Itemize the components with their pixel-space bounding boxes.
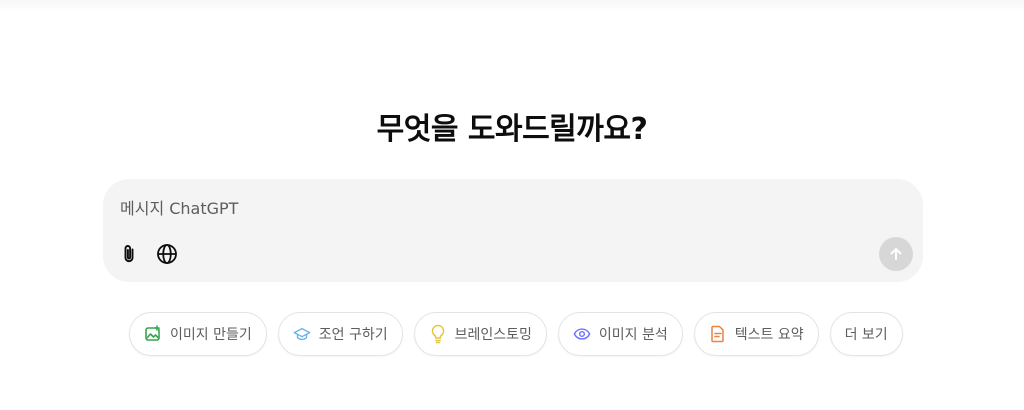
arrow-up-icon	[890, 248, 902, 260]
chip-label: 이미지 만들기	[170, 327, 252, 343]
attach-button[interactable]	[113, 238, 145, 270]
graduation-cap-icon	[293, 325, 311, 343]
message-input[interactable]	[120, 195, 820, 221]
chip-label: 브레인스토밍	[454, 327, 532, 343]
image-create-icon	[144, 325, 162, 343]
top-edge-shadow	[0, 0, 1024, 12]
chip-analyze-image[interactable]: 이미지 분석	[557, 312, 683, 356]
message-composer[interactable]	[103, 179, 923, 282]
chip-brainstorm[interactable]: 브레인스토밍	[413, 312, 547, 356]
document-icon	[709, 325, 727, 343]
eye-icon	[573, 325, 591, 343]
send-button[interactable]	[879, 237, 913, 271]
chip-summarize-text[interactable]: 텍스트 요약	[693, 312, 819, 356]
chip-more[interactable]: 더 보기	[829, 312, 903, 356]
globe-icon	[157, 244, 177, 264]
chip-label: 더 보기	[844, 327, 888, 343]
paperclip-icon	[124, 245, 134, 263]
chatgpt-home: 무엇을 도와드릴까요? 메시지 ChatGPT 이미지 만들기 조언 구하기 브…	[0, 0, 1024, 410]
suggestion-chips: 이미지 만들기 조언 구하기 브레인스토밍 이미지 분석 텍스트 요약 더 보기	[129, 312, 903, 356]
page-title: 무엇을 도와드릴까요?	[376, 112, 648, 147]
chip-label: 조언 구하기	[318, 327, 388, 343]
chip-label: 텍스트 요약	[734, 327, 804, 343]
chip-create-image[interactable]: 이미지 만들기	[129, 312, 267, 356]
chip-label: 이미지 분석	[598, 327, 668, 343]
chip-get-advice[interactable]: 조언 구하기	[277, 312, 403, 356]
web-search-button[interactable]	[151, 238, 183, 270]
lightbulb-icon	[429, 324, 447, 344]
